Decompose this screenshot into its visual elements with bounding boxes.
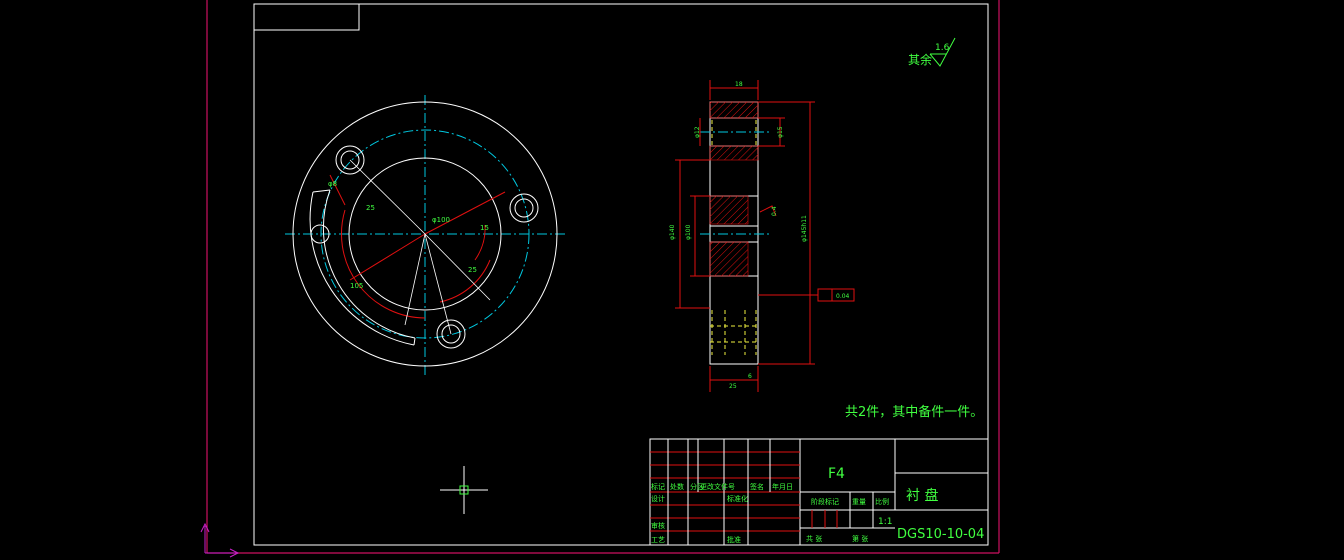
- title-block[interactable]: 标记 处数 分区 更改文件号 签名 年月日 设计 标准化 审核 工艺 批准 阶段…: [649, 438, 989, 546]
- svg-text:105: 105: [350, 282, 363, 290]
- svg-text:φ100: φ100: [685, 224, 692, 240]
- svg-text:25: 25: [729, 383, 737, 390]
- svg-text:18: 18: [735, 81, 743, 88]
- svg-text:工艺: 工艺: [651, 536, 665, 544]
- svg-text:年月日: 年月日: [772, 482, 793, 491]
- drawing-border: [253, 3, 989, 546]
- svg-text:φ100: φ100: [432, 216, 450, 224]
- svg-text:φ140: φ140: [669, 224, 676, 240]
- svg-text:标准化: 标准化: [727, 494, 748, 503]
- section-hatch: [709, 101, 759, 277]
- svg-text:第 张: 第 张: [852, 534, 868, 543]
- svg-text:设计: 设计: [651, 494, 665, 503]
- front-dims: [329, 174, 506, 319]
- svg-text:阶段标记: 阶段标记: [811, 497, 839, 506]
- note-text: 共2件，其中备件一件。: [845, 404, 983, 420]
- svg-text:共 张: 共 张: [806, 534, 822, 543]
- svg-text:批准: 批准: [727, 535, 741, 544]
- sheet-frame: [206, 0, 1000, 554]
- svg-text:签名: 签名: [750, 482, 764, 491]
- part-name: 衬 盘: [906, 487, 938, 504]
- svg-text:φ15: φ15: [777, 126, 784, 138]
- svg-text:标记: 标记: [651, 482, 665, 491]
- svg-text:φ8: φ8: [328, 180, 337, 188]
- svg-text:0.04: 0.04: [836, 293, 850, 300]
- svg-text:其余: 其余: [908, 52, 932, 67]
- section-view[interactable]: 18 φ12 φ15 φ140 φ100 φ145h11 0.4 25 6 0.…: [669, 80, 855, 392]
- crosshair-cursor: [440, 466, 488, 514]
- roughness-symbol: 其余 1.6: [908, 37, 956, 67]
- front-dim-labels: φ8 25 φ100 15 25 105: [328, 180, 489, 290]
- scale-value: 1:1: [878, 517, 892, 527]
- svg-text:重量: 重量: [852, 498, 866, 506]
- svg-text:比例: 比例: [875, 497, 889, 506]
- svg-text:处数: 处数: [670, 482, 684, 491]
- svg-text:审核: 审核: [651, 521, 665, 530]
- material-label: F4: [828, 466, 845, 482]
- svg-text:0.4: 0.4: [771, 206, 778, 216]
- front-view[interactable]: φ8 25 φ100 15 25 105: [285, 95, 565, 375]
- drawing-number: DGS10-10-04: [897, 527, 984, 542]
- svg-text:25: 25: [468, 266, 477, 274]
- svg-text:15: 15: [480, 224, 489, 232]
- svg-text:φ145h11: φ145h11: [801, 215, 808, 242]
- svg-text:25: 25: [366, 204, 375, 212]
- section-dims: [675, 80, 855, 392]
- svg-text:更改文件号: 更改文件号: [700, 482, 735, 491]
- section-dim-labels: 18 φ12 φ15 φ140 φ100 φ145h11 0.4 25 6 0.…: [669, 81, 850, 390]
- svg-text:6: 6: [748, 373, 752, 380]
- front-aux-lines: [349, 159, 491, 335]
- svg-text:φ12: φ12: [694, 126, 701, 138]
- section-outline: [709, 101, 759, 365]
- drawing-canvas[interactable]: 其余 1.6 φ8 25 φ100 15 25 105 18 φ12 φ15 φ…: [0, 0, 1344, 560]
